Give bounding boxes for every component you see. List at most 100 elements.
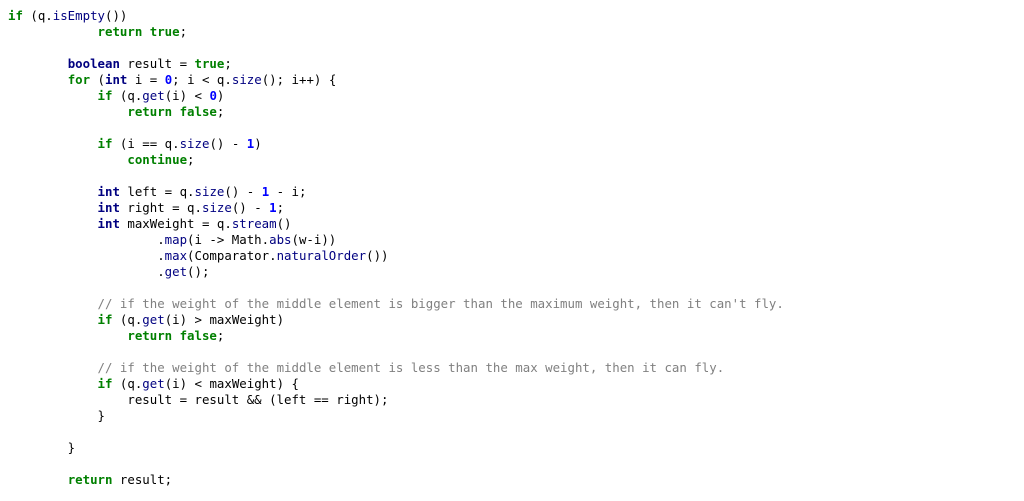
code-view[interactable]: if (q.isEmpty()) return true; boolean re… [8,8,1024,501]
code-line[interactable]: .get(); [8,264,1024,280]
plain-token: ; i < q. [172,72,232,87]
method-token: stream [231,216,277,231]
code-line[interactable]: int left = q.size() - 1 - i; [8,184,1024,200]
number-token: 0 [209,88,217,103]
method-token: abs [269,232,292,247]
code-line[interactable] [8,424,1024,440]
plain-token: (q. [112,312,143,327]
code-line[interactable]: // if the weight of the middle element i… [8,360,1024,376]
code-line[interactable]: return false; [8,328,1024,344]
plain-token: result = [119,56,195,71]
plain-token: () - [231,200,270,215]
plain-token: (w-i)) [291,232,337,247]
code-line[interactable]: continue; [8,152,1024,168]
code-line[interactable]: result = result && (left == right); [8,392,1024,408]
code-line[interactable]: return true; [8,24,1024,40]
code-line[interactable] [8,120,1024,136]
keyword-token: true [194,56,225,71]
plain-token: result = result && (left == right); [8,392,389,407]
code-line[interactable]: if (q.get(i) > maxWeight) [8,312,1024,328]
plain-token: (); i++) { [261,72,337,87]
method-token: get [164,264,188,279]
code-line[interactable]: boolean result = true; [8,56,1024,72]
method-token: size [201,200,232,215]
code-line[interactable]: if (q.get(i) < 0) [8,88,1024,104]
method-token: size [231,72,262,87]
type-token: int [97,200,120,215]
plain-token: (i) < maxWeight) { [164,376,299,391]
method-token: get [142,312,165,327]
code-line[interactable]: if (i == q.size() - 1) [8,136,1024,152]
code-line[interactable]: .max(Comparator.naturalOrder()) [8,248,1024,264]
type-token: boolean [67,56,120,71]
plain-token: ; [179,24,188,39]
plain-token: i = [127,72,165,87]
keyword-token: return [127,104,173,119]
plain-token: (q. [112,376,143,391]
plain-token: (Comparator. [187,248,277,263]
code-line[interactable]: } [8,408,1024,424]
plain-token: ()) [366,248,389,263]
code-line[interactable] [8,456,1024,472]
keyword-token: for [67,72,91,87]
code-line[interactable] [8,40,1024,56]
plain-token: (); [187,264,210,279]
code-line[interactable] [8,168,1024,184]
method-token: max [164,248,188,263]
plain-token: left = q. [119,184,195,199]
code-line[interactable]: int maxWeight = q.stream() [8,216,1024,232]
method-token: size [194,184,225,199]
plain-token: (q. [112,88,143,103]
plain-token: (i) < [164,88,210,103]
plain-token: () - [209,136,247,151]
code-line[interactable] [8,344,1024,360]
plain-token: ()) [104,8,128,23]
keyword-token: if [97,136,113,151]
plain-token: (i) > maxWeight) [164,312,285,327]
plain-token: ; [224,56,232,71]
plain-token: result; [112,472,173,487]
code-line[interactable]: for (int i = 0; i < q.size(); i++) { [8,72,1024,88]
plain-token: . [8,232,165,247]
comment-token: // if the weight of the middle element i… [97,296,784,311]
code-line[interactable]: } [8,440,1024,456]
plain-token: maxWeight = q. [119,216,232,231]
keyword-token: if [97,312,113,327]
code-line[interactable]: if (q.isEmpty()) [8,8,1024,24]
plain-token: (i -> Math. [187,232,270,247]
code-line[interactable]: .map(i -> Math.abs(w-i)) [8,232,1024,248]
plain-token: ; [276,200,285,215]
code-line[interactable]: // if the weight of the middle element i… [8,296,1024,312]
plain-token: (i == q. [112,136,180,151]
keyword-token: return [97,24,143,39]
plain-token: - i; [269,184,307,199]
type-token: int [105,72,128,87]
code-line[interactable]: int right = q.size() - 1; [8,200,1024,216]
keyword-token: false [179,328,217,343]
plain-token: ; [187,152,195,167]
code-line[interactable]: return false; [8,104,1024,120]
code-line[interactable]: if (q.get(i) < maxWeight) { [8,376,1024,392]
plain-token: ( [90,72,105,87]
code-line[interactable]: return result; [8,472,1024,488]
keyword-token: if [8,8,23,23]
keyword-token: if [97,376,113,391]
code-line[interactable] [8,280,1024,296]
keyword-token: return [67,472,113,487]
plain-token: right = q. [119,200,202,215]
number-token: 1 [269,200,277,215]
